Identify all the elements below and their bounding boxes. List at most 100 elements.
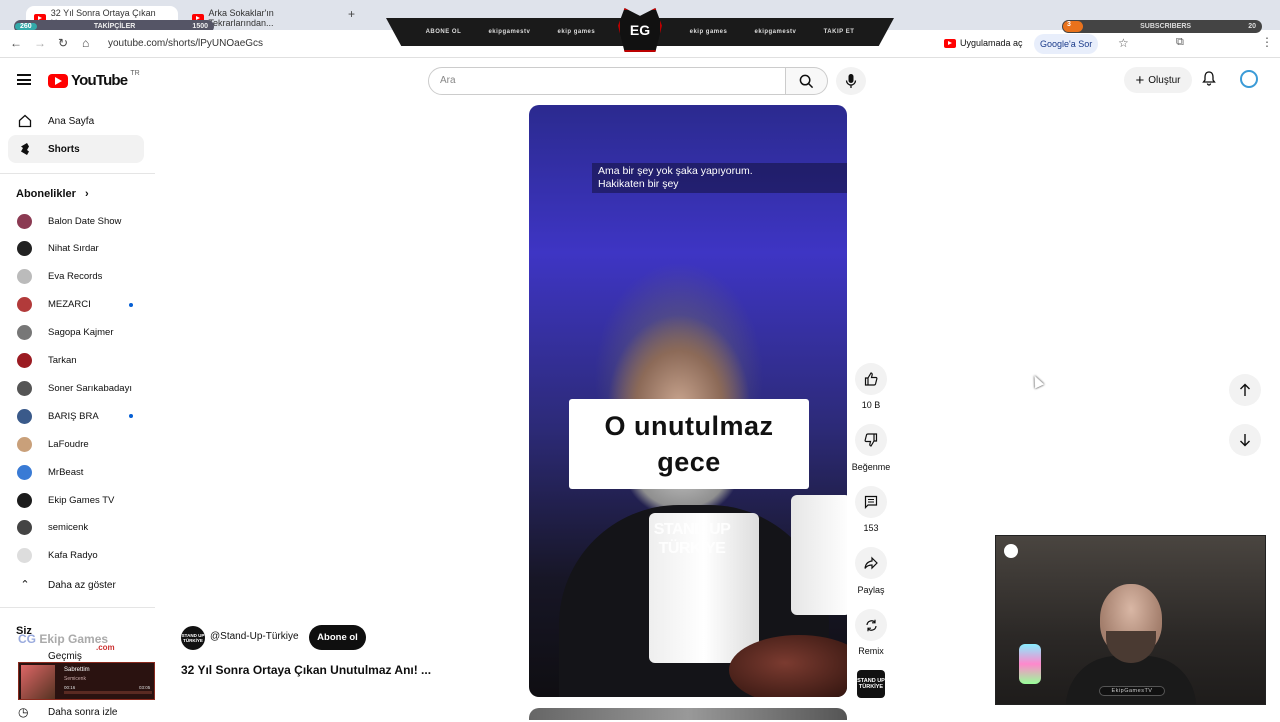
new-content-dot-icon <box>129 302 133 307</box>
forward-icon[interactable]: → <box>34 36 46 50</box>
track-artist: Semicenk <box>64 676 86 682</box>
arrow-up-icon <box>1240 383 1250 396</box>
banner-item: ABONE OL <box>425 29 462 35</box>
banner-item: ekip games <box>557 29 596 35</box>
sidebar-item-label: LaFoudre <box>48 438 89 450</box>
banner-item: TAKIP ET <box>823 29 855 35</box>
webcam-name-tag: EkipGamesTV <box>1099 686 1165 696</box>
video-subtitle: Ama bir şey yok şaka yapıyorum. Hakikate… <box>592 163 847 193</box>
sidebar-item-shorts[interactable]: Shorts <box>8 135 144 163</box>
subscribers-goal: 20 <box>1248 23 1256 30</box>
sidebar-subscription-item[interactable]: MrBeast <box>8 459 144 485</box>
sidebar-item-label: Nihat Sırdar <box>48 243 99 255</box>
ask-google-button[interactable]: Google'a Sor <box>1034 34 1099 54</box>
video-title[interactable]: 32 Yıl Sonra Ortaya Çıkan Unutulmaz Anı!… <box>181 663 431 677</box>
shorts-video-player[interactable]: Ama bir şey yok şaka yapıyorum. Hakikate… <box>529 105 847 697</box>
track-duration: 03:05 <box>139 685 151 690</box>
create-button[interactable]: + Oluştur <box>1124 67 1192 93</box>
divider <box>0 607 155 608</box>
search-input[interactable]: Ara <box>428 67 786 95</box>
thumbs-up-icon <box>864 372 878 386</box>
channel-avatar <box>17 213 32 229</box>
subscribe-button[interactable]: Abone ol <box>309 625 366 650</box>
sidebar-item-label: Eva Records <box>48 271 103 283</box>
browser-menu-icon[interactable]: ⋮ <box>1261 35 1273 49</box>
previous-short-button[interactable] <box>1229 374 1261 406</box>
channel-avatar[interactable]: STAND UP TÜRKİYE <box>181 626 205 650</box>
dislike-button[interactable] <box>855 424 887 456</box>
open-in-app-button[interactable]: Uygulamada aç <box>944 38 1023 48</box>
remix-button[interactable] <box>855 609 887 641</box>
extensions-icon[interactable]: ⧉ <box>1176 36 1184 49</box>
search-button[interactable] <box>786 67 828 95</box>
sidebar-subscription-item[interactable]: Nihat Sırdar <box>8 236 144 262</box>
channel-avatar <box>17 380 32 396</box>
open-in-app-label: Uygulamada aç <box>960 38 1023 48</box>
video-caption-overlay: O unutulmaz gece <box>569 399 809 489</box>
channel-avatar <box>17 548 32 564</box>
track-title: Sabrettim <box>64 667 90 673</box>
microphone-icon <box>845 74 857 88</box>
show-less-button[interactable]: ⌃ Daha az göster <box>8 571 144 599</box>
next-short-button[interactable] <box>1229 424 1261 456</box>
subscriptions-heading[interactable]: Abonelikler › <box>16 188 89 200</box>
share-label: Paylaş <box>857 585 885 595</box>
youtube-favicon-icon <box>944 38 956 48</box>
sidebar-subscription-item[interactable]: Ekip Games TV <box>8 487 144 513</box>
sidebar-item-label: MEZARCI <box>48 299 91 311</box>
new-content-dot-icon <box>129 414 133 419</box>
channel-handle[interactable]: @Stand-Up-Türkiye <box>210 631 299 642</box>
bookmark-star-icon[interactable]: ☆ <box>1118 36 1129 50</box>
voice-search-button[interactable] <box>836 67 866 95</box>
sidebar-subscription-item[interactable]: Tarkan <box>8 348 144 374</box>
comments-button[interactable] <box>855 486 887 518</box>
ask-google-label: Google'a Sor <box>1040 39 1093 49</box>
home-icon[interactable]: ⌂ <box>82 36 89 50</box>
subscribers-label: SUBSCRIBERS <box>1140 23 1192 30</box>
sidebar-item-label: Tarkan <box>48 355 77 366</box>
channel-avatar <box>17 408 32 424</box>
share-button[interactable] <box>855 547 887 579</box>
sidebar-subscription-item[interactable]: Soner Sarıkabadayı <box>8 375 144 401</box>
youtube-logo[interactable]: YouTube TR <box>48 70 140 89</box>
like-button[interactable] <box>855 363 887 395</box>
sidebar-item-label: Ekip Games TV <box>48 494 115 506</box>
sidebar-item-home[interactable]: Ana Sayfa <box>8 107 144 135</box>
channel-avatar <box>17 492 32 508</box>
sidebar-item-watch-later[interactable]: ◷ Daha sonra izle <box>8 702 144 722</box>
remix-label: Remix <box>858 646 884 656</box>
channel-thumbnail[interactable]: STAND UP TÜRKİYE <box>857 670 885 698</box>
like-count: 10 B <box>861 400 881 410</box>
channel-avatar <box>17 269 32 285</box>
share-icon <box>864 556 878 570</box>
back-icon[interactable]: ← <box>10 36 22 50</box>
track-elapsed: 00:16 <box>64 685 76 690</box>
channel-avatar <box>17 464 32 480</box>
sidebar: Ana Sayfa Shorts Abonelikler › Balon Dat… <box>0 104 155 720</box>
sidebar-subscription-item[interactable]: LaFoudre <box>8 431 144 457</box>
followers-goal: 1500 <box>192 23 208 30</box>
create-label: Oluştur <box>1148 74 1181 86</box>
webcam-overlay: EkipGamesTV <box>995 535 1266 705</box>
search-icon <box>799 74 814 88</box>
new-tab-button[interactable]: + <box>348 7 355 21</box>
sidebar-subscription-item[interactable]: Balon Date Show <box>8 208 144 234</box>
sidebar-item-label: Ana Sayfa <box>48 115 95 127</box>
banner-item: ekipgamestv <box>754 29 797 35</box>
sidebar-subscription-item[interactable]: MEZARCI <box>8 292 144 318</box>
next-short-preview[interactable] <box>529 708 847 720</box>
logo-text: YouTube <box>71 72 128 89</box>
sidebar-subscription-item[interactable]: Eva Records <box>8 264 144 290</box>
sidebar-item-label: Balon Date Show <box>48 215 122 227</box>
sidebar-subscription-item[interactable]: Sagopa Kajmer <box>8 320 144 346</box>
sidebar-subscription-item[interactable]: semicenk <box>8 515 144 541</box>
hamburger-menu-icon[interactable] <box>17 74 31 85</box>
notifications-bell-icon[interactable] <box>1202 71 1216 89</box>
remix-icon <box>865 619 877 631</box>
reload-icon[interactable]: ↻ <box>58 36 68 50</box>
sidebar-subscription-item[interactable]: BARIŞ BRA <box>8 403 144 429</box>
clock-icon: ◷ <box>18 705 29 719</box>
album-cover <box>21 665 55 699</box>
account-avatar[interactable] <box>1240 70 1258 88</box>
sidebar-subscription-item[interactable]: Kafa Radyo <box>8 543 144 569</box>
